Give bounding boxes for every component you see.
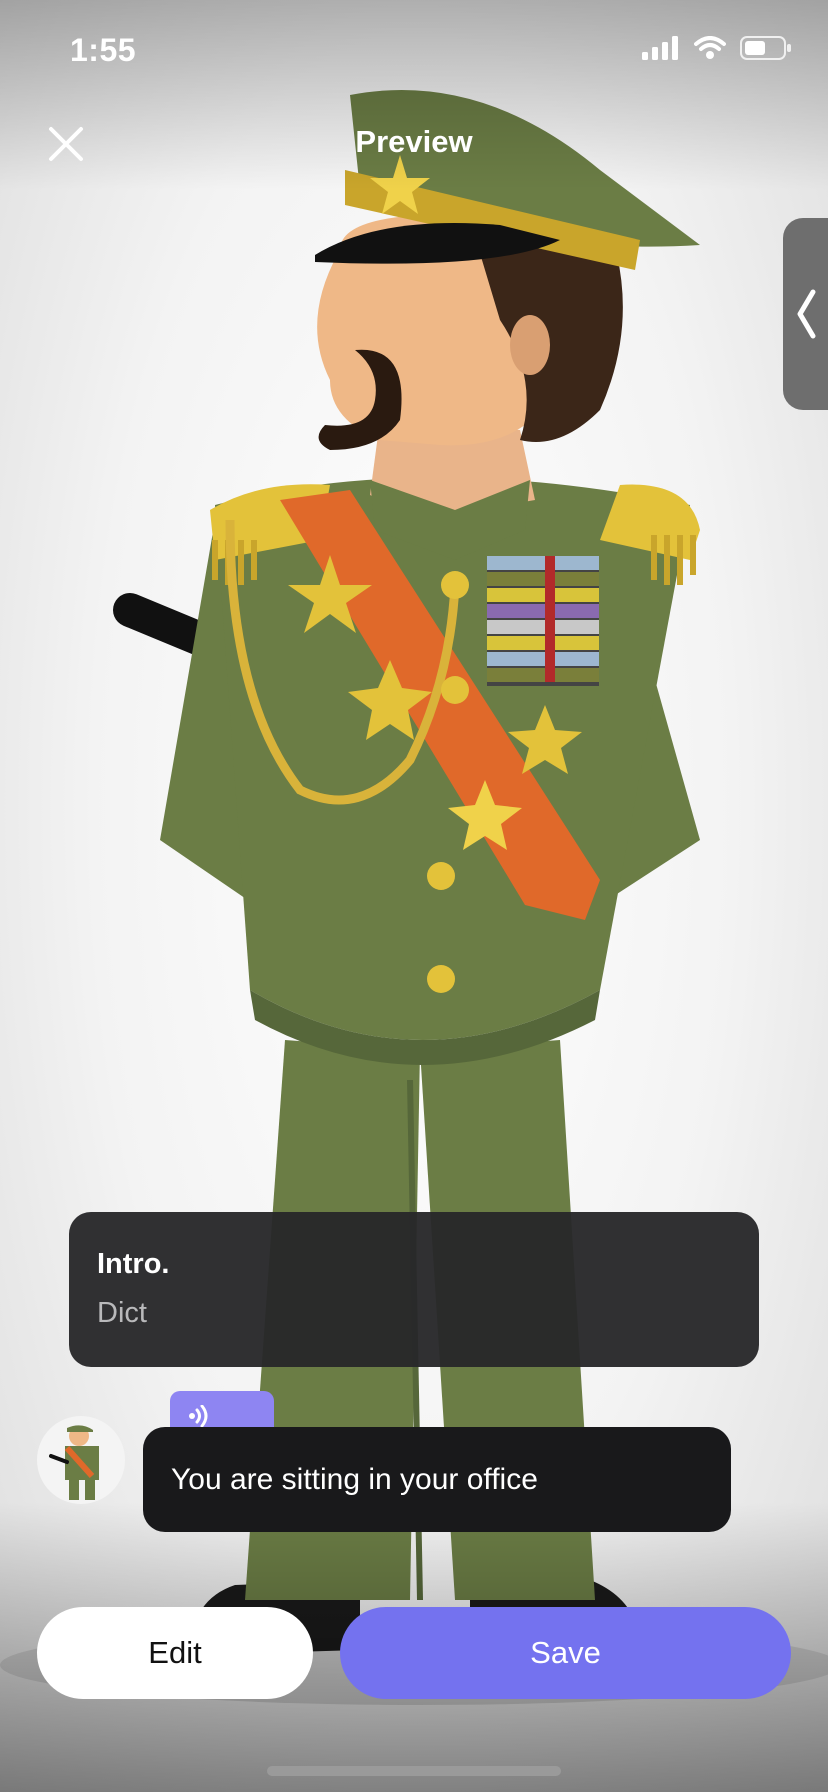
- page-title: Preview: [355, 124, 473, 159]
- chat-message: You are sitting in your office: [143, 1427, 731, 1532]
- chevron-left-icon: [797, 289, 815, 339]
- intro-card: Intro. Dict: [69, 1212, 759, 1367]
- intro-title: Intro.: [97, 1248, 170, 1280]
- signal-icon: [642, 36, 678, 60]
- wifi-icon: [694, 36, 726, 59]
- avatar[interactable]: [37, 1416, 125, 1504]
- intro-subtitle: Dict: [97, 1297, 147, 1329]
- status-time: 1:55: [70, 32, 137, 68]
- status-icons: [642, 36, 792, 60]
- edit-button[interactable]: Edit: [37, 1607, 313, 1699]
- home-indicator[interactable]: [267, 1766, 561, 1776]
- avatar-image: [49, 1425, 99, 1500]
- battery-icon: [740, 36, 791, 60]
- status-bar: 1:55: [0, 0, 828, 100]
- chat-message-text: You are sitting in your office: [171, 1462, 538, 1496]
- save-button[interactable]: Save: [340, 1607, 791, 1699]
- side-panel-toggle[interactable]: [783, 218, 828, 410]
- speaker-icon: [189, 1405, 208, 1427]
